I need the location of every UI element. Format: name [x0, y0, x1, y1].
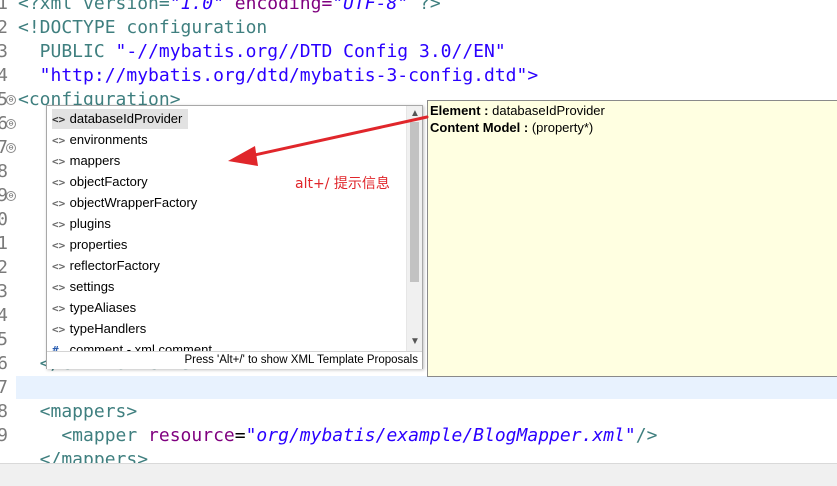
- code-line[interactable]: PUBLIC "-//mybatis.org//DTD Config 3.0//…: [18, 40, 506, 64]
- line-number: 2: [0, 17, 8, 38]
- proposal-label: settings: [69, 279, 115, 294]
- line-number: 3: [0, 281, 8, 302]
- xml-decl-end: ?>: [408, 0, 441, 14]
- proposal-label: typeHandlers: [69, 321, 147, 336]
- proposal-item-typealiases[interactable]: <> typeAliases: [52, 298, 142, 318]
- proposal-status-text: Press 'Alt+/' to show XML Template Propo…: [184, 354, 418, 366]
- line-number: 4: [0, 65, 8, 86]
- fold-toggle-icon[interactable]: ⊖: [6, 191, 16, 201]
- element-icon: <>: [52, 113, 66, 126]
- doctype-keyword: <!DOCTYPE: [18, 17, 127, 38]
- proposal-item-plugins[interactable]: <> plugins: [52, 214, 117, 234]
- line-number: 5: [0, 329, 8, 350]
- proposal-item-comment[interactable]: # comment - xml comment: [52, 340, 218, 351]
- proposal-item-reflectorfactory[interactable]: <> reflectorFactory: [52, 256, 166, 276]
- element-icon: <>: [52, 176, 66, 189]
- line-number: 8: [0, 401, 8, 422]
- proposal-label: reflectorFactory: [69, 258, 160, 273]
- doctype-public: PUBLIC: [18, 41, 116, 62]
- tag-name: <mapper: [18, 425, 149, 446]
- element-icon: <>: [52, 155, 66, 168]
- proposal-item-properties[interactable]: <> properties: [52, 235, 133, 255]
- element-icon: <>: [52, 218, 66, 231]
- attr-name: resource: [148, 425, 235, 446]
- line-number: 3: [0, 41, 8, 62]
- proposal-label: objectFactory: [69, 174, 148, 189]
- editor-bottom-bar: [0, 463, 837, 486]
- proposal-list[interactable]: <> databaseIdProvider <> environments <>…: [47, 106, 407, 351]
- proposal-item-environments[interactable]: <> environments: [52, 130, 154, 150]
- code-line[interactable]: <mapper resource="org/mybatis/example/Bl…: [18, 424, 657, 448]
- comment-icon: #: [52, 344, 59, 351]
- scrollbar-thumb[interactable]: [410, 122, 419, 282]
- proposal-status-bar: Press 'Alt+/' to show XML Template Propo…: [47, 351, 422, 369]
- proposal-label: typeAliases: [69, 300, 137, 315]
- proposal-label: properties: [69, 237, 128, 252]
- line-number: 4: [0, 305, 8, 326]
- attr-name: encoding=: [223, 0, 333, 14]
- element-value: databaseIdProvider: [492, 103, 605, 118]
- element-info-row: Element : databaseIdProvider: [430, 103, 605, 118]
- attr-value: "org/mybatis/example/BlogMapper.xml": [245, 425, 636, 446]
- proposal-label: mappers: [69, 153, 121, 168]
- proposal-item-typehandlers[interactable]: <> typeHandlers: [52, 319, 152, 339]
- element-icon: <>: [52, 323, 66, 336]
- proposal-item-objectwrapperfactory[interactable]: <> objectWrapperFactory: [52, 193, 203, 213]
- proposal-label: objectWrapperFactory: [69, 195, 198, 210]
- element-icon: <>: [52, 197, 66, 210]
- fold-toggle-icon[interactable]: ⊖: [6, 143, 16, 153]
- element-icon: <>: [52, 260, 66, 273]
- line-number: 0: [0, 209, 8, 230]
- fold-toggle-icon[interactable]: ⊖: [6, 95, 16, 105]
- content-assist-popup[interactable]: <> databaseIdProvider <> environments <>…: [46, 105, 423, 369]
- code-line[interactable]: "http://mybatis.org/dtd/mybatis-3-config…: [18, 64, 539, 88]
- line-number-gutter: 1 2 3 4 5 6 7 8 9 0 1 2 3 4 5 6 7 8 9 ⊖ …: [0, 0, 16, 485]
- info-popup: Element : databaseIdProvider Content Mod…: [427, 100, 837, 377]
- line-number: 6: [0, 353, 8, 374]
- xml-decl: <?xml version=: [18, 0, 170, 14]
- attr-value: "1.0": [169, 0, 224, 14]
- attr-value: "UTF-8": [332, 0, 409, 14]
- scroll-up-icon[interactable]: ▲: [410, 108, 420, 119]
- proposal-item-settings[interactable]: <> settings: [52, 277, 120, 297]
- proposal-item-objectfactory[interactable]: <> objectFactory: [52, 172, 154, 192]
- tag-close: />: [635, 425, 658, 446]
- line-number: 1: [0, 233, 8, 254]
- element-icon: <>: [52, 281, 66, 294]
- line-number: 2: [0, 257, 8, 278]
- public-id: "-//mybatis.org//DTD Config 3.0//EN": [115, 41, 506, 62]
- equals: =: [234, 425, 246, 446]
- proposal-item-databaseidprovider[interactable]: <> databaseIdProvider: [52, 109, 189, 129]
- line-number: 7: [0, 377, 8, 398]
- proposal-label: environments: [69, 132, 148, 147]
- proposal-label: plugins: [69, 216, 111, 231]
- fold-toggle-icon[interactable]: ⊖: [6, 119, 16, 129]
- annotation-text: alt+/ 提示信息: [295, 176, 390, 192]
- content-model-label: Content Model :: [430, 120, 532, 135]
- line-number: 9: [0, 425, 8, 446]
- element-icon: <>: [52, 302, 66, 315]
- content-model-row: Content Model : (property*): [430, 120, 593, 135]
- line-number: 8: [0, 161, 8, 182]
- doctype-name: configuration: [126, 17, 268, 38]
- proposal-label: comment - xml comment: [69, 342, 212, 351]
- element-icon: <>: [52, 134, 66, 147]
- current-line-highlight: [16, 376, 837, 399]
- line-number: 1: [0, 0, 8, 14]
- proposal-scrollbar[interactable]: ▲ ▼: [406, 106, 422, 351]
- code-line[interactable]: <mappers>: [18, 400, 138, 424]
- scroll-down-icon[interactable]: ▼: [410, 336, 420, 347]
- content-model-value: (property*): [531, 120, 594, 135]
- proposal-item-mappers[interactable]: <> mappers: [52, 151, 126, 171]
- element-label: Element :: [430, 103, 493, 118]
- element-icon: <>: [52, 239, 66, 252]
- code-line[interactable]: <!DOCTYPE configuration: [18, 16, 267, 40]
- code-line[interactable]: <?xml version="1.0" encoding="UTF-8" ?>: [18, 0, 441, 16]
- proposal-label: databaseIdProvider: [69, 111, 183, 126]
